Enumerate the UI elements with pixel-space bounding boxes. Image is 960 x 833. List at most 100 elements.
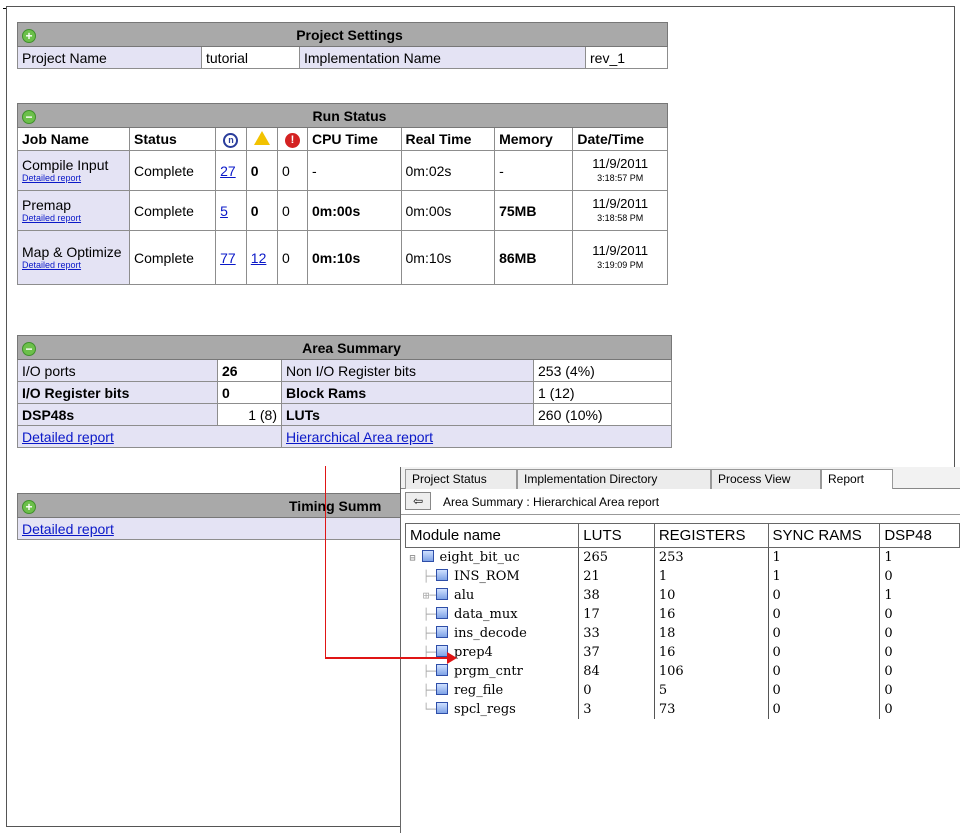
detailed-report-link[interactable]: Detailed report: [22, 429, 114, 445]
memory: 75MB: [494, 190, 574, 231]
block-rams-value: 1 (12): [533, 381, 672, 404]
registers-value: 16: [653, 604, 769, 624]
expand-icon[interactable]: +: [22, 499, 36, 514]
luts-value: 21: [578, 566, 655, 586]
warnings-count: 0: [245, 150, 279, 191]
callout-line-horizontal: [325, 657, 449, 659]
tab-process-view[interactable]: Process View: [711, 469, 821, 489]
cpu-time: 0m:10s: [306, 230, 402, 285]
job-name: Premap: [22, 197, 72, 213]
area-hier-cell: Hierarchical Area report: [281, 425, 672, 448]
col-module-name[interactable]: Module name: [404, 523, 580, 548]
dsp48-value: 1: [879, 547, 960, 567]
dsp48-value: 0: [879, 699, 960, 719]
table-row[interactable]: ├─ data_mux 17 16 0 0: [406, 604, 960, 624]
table-row: Map & Optimize Detailed report Complete 7…: [17, 230, 668, 285]
errors-count: 0: [277, 150, 308, 191]
table-row[interactable]: ├─ INS_ROM 21 1 1 0: [406, 566, 960, 586]
registers-value: 10: [653, 585, 769, 605]
col-luts[interactable]: LUTS: [578, 523, 655, 548]
job-name: Map & Optimize: [22, 244, 122, 260]
date: 11/9/2011: [592, 242, 649, 258]
dsp48-value: 0: [879, 566, 960, 586]
module-icon: [436, 682, 448, 695]
table-row[interactable]: ├─ ins_decode 33 18 0 0: [406, 623, 960, 643]
warnings-count-link[interactable]: 12: [251, 250, 267, 266]
sync-rams-value: 1: [767, 547, 880, 567]
registers-value: 73: [653, 699, 769, 719]
io-reg-label: I/O Register bits: [17, 381, 218, 404]
tab-project-status[interactable]: Project Status: [405, 469, 517, 489]
luts-label: LUTs: [281, 403, 534, 426]
module-icon: [436, 701, 448, 714]
tree-guide: ├─: [409, 607, 436, 621]
collapse-icon[interactable]: −: [22, 341, 36, 356]
tab-implementation-directory[interactable]: Implementation Directory: [517, 469, 711, 489]
module-name: reg_file: [454, 682, 504, 698]
job-name: Compile Input: [22, 157, 109, 173]
collapse-icon[interactable]: −: [22, 109, 36, 124]
col-registers[interactable]: REGISTERS: [653, 523, 769, 548]
section-title: Project Settings: [296, 26, 403, 43]
module-name: prgm_cntr: [454, 663, 523, 679]
luts-value: 17: [578, 604, 655, 624]
module-name: spcl_regs: [454, 701, 516, 717]
col-status: Status: [128, 127, 217, 151]
table-row[interactable]: ├─ prgm_cntr 84 106 0 0: [406, 661, 960, 681]
info-icon: n: [223, 133, 239, 148]
module-cell: ├─ reg_file: [406, 681, 579, 700]
luts-value: 3: [578, 699, 655, 719]
hierarchical-area-report-link[interactable]: Hierarchical Area report: [286, 429, 433, 445]
run-status-table: − Run Status Job Name Status n ! CPU Time…: [17, 103, 668, 285]
detailed-report-link[interactable]: Detailed report: [22, 260, 125, 270]
module-icon: [436, 587, 448, 600]
date: 11/9/2011: [592, 195, 649, 211]
notes-count-link[interactable]: 5: [220, 203, 228, 219]
dsp48-value: 1: [879, 585, 960, 605]
table-row[interactable]: ⊞─ alu 38 10 0 1: [406, 585, 960, 605]
table-row[interactable]: ⊟ eight_bit_uc 265 253 1 1: [406, 547, 960, 567]
hierarchical-area-table: Module name LUTS REGISTERS SYNC RAMS DSP…: [404, 523, 960, 719]
project-settings-header[interactable]: + Project Settings: [17, 22, 668, 47]
col-dsp48[interactable]: DSP48: [879, 523, 960, 548]
col-sync-rams[interactable]: SYNC RAMS: [767, 523, 881, 548]
dsp48-value: 0: [879, 623, 960, 643]
impl-name-label: Implementation Name: [299, 46, 586, 69]
col-date-time: Date/Time: [572, 127, 668, 151]
expand-icon[interactable]: +: [22, 28, 36, 43]
tab-report[interactable]: Report: [821, 469, 893, 490]
area-summary-header[interactable]: − Area Summary: [17, 335, 672, 360]
error-icon: !: [285, 133, 300, 148]
module-cell: ⊟ eight_bit_uc: [406, 548, 579, 567]
section-title: Timing Summ: [289, 497, 382, 514]
module-name: eight_bit_uc: [439, 549, 520, 565]
table-row[interactable]: └─ spcl_regs 3 73 0 0: [406, 699, 960, 719]
sync-rams-value: 0: [767, 680, 880, 700]
detailed-report-link[interactable]: Detailed report: [22, 521, 114, 537]
report-panel: Project Status Implementation Directory …: [400, 467, 960, 833]
run-status-header[interactable]: − Run Status: [17, 103, 668, 128]
dsp-label: DSP48s: [17, 403, 218, 426]
back-button[interactable]: ⇦: [405, 492, 431, 510]
impl-name-value: rev_1: [585, 46, 668, 69]
non-io-label: Non I/O Register bits: [281, 359, 534, 382]
time: 3:18:58 PM: [597, 212, 644, 223]
sync-rams-value: 0: [767, 623, 880, 643]
notes-count-link[interactable]: 27: [220, 163, 236, 179]
luts-value: 37: [578, 642, 655, 662]
notes-count-link[interactable]: 77: [220, 250, 236, 266]
module-icon: [436, 625, 448, 638]
detailed-report-link[interactable]: Detailed report: [22, 173, 125, 183]
tree-guide: ├─: [409, 569, 436, 583]
warnings-count: 0: [245, 190, 279, 231]
date-time: 11/9/2011 3:18:57 PM: [572, 150, 668, 191]
job-cell: Map & Optimize Detailed report: [17, 230, 130, 285]
table-row[interactable]: ├─ reg_file 0 5 0 0: [406, 680, 960, 700]
area-summary-table: − Area Summary I/O ports 26 Non I/O Regis…: [17, 335, 672, 448]
status-cell: Complete: [128, 230, 217, 285]
warning-icon: [253, 130, 270, 145]
table-row[interactable]: ├─ prep4 37 16 0 0: [406, 642, 960, 662]
detailed-report-link[interactable]: Detailed report: [22, 213, 125, 223]
collapse-tree-icon[interactable]: ⊟: [410, 553, 422, 564]
col-errors: !: [277, 127, 308, 151]
